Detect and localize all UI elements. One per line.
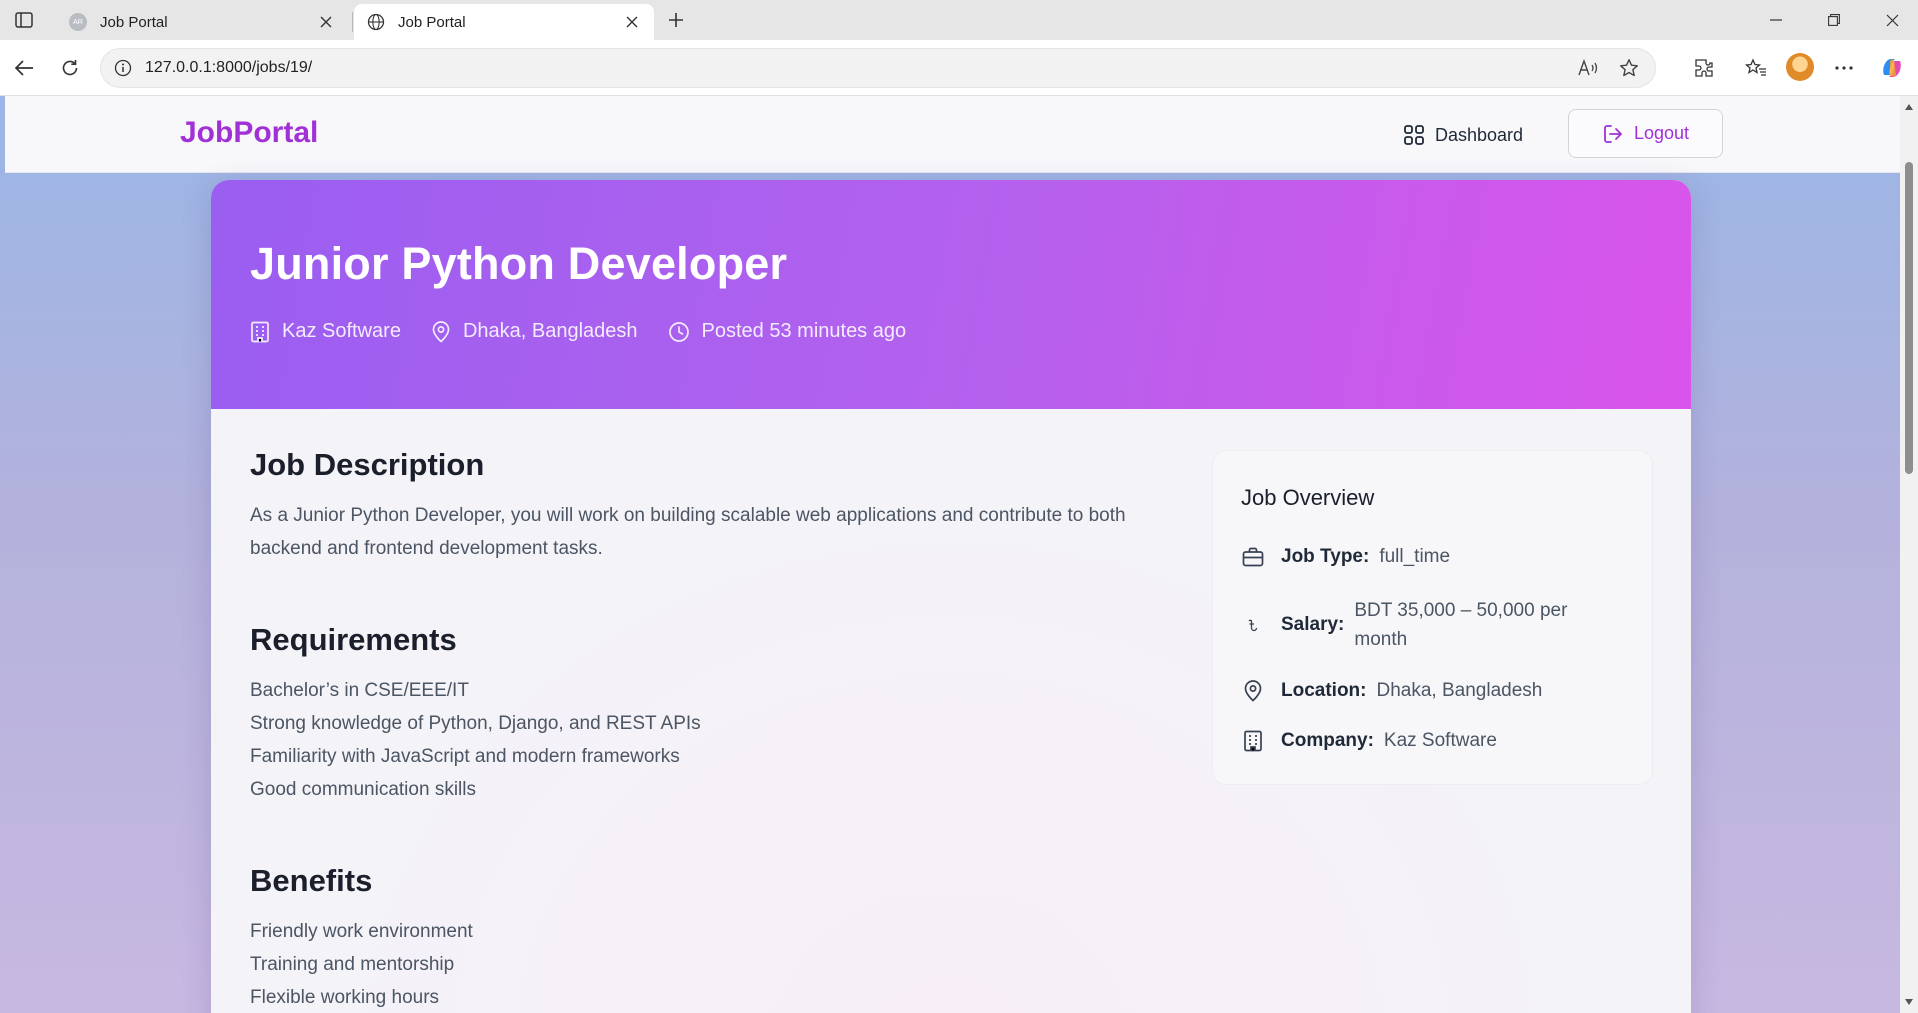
logout-label: Logout (1633, 123, 1690, 143)
address-bar[interactable]: 127.0.0.1:8000/jobs/19/ (100, 48, 1656, 88)
meta-company-text: Kaz Software (282, 320, 401, 342)
profile-avatar[interactable] (1786, 53, 1814, 81)
tab-job-portal-1[interactable]: AR Job Portal (56, 4, 348, 40)
list-item: Familiarity with JavaScript and modern f… (250, 746, 680, 767)
dashboard-link[interactable]: Dashboard (1403, 118, 1523, 152)
location-pin-icon (1241, 679, 1265, 703)
company-label: Company: (1281, 730, 1374, 751)
job-body: Job Description As a Junior Python Devel… (211, 409, 1691, 1013)
back-arrow-icon[interactable] (10, 54, 38, 82)
job-title: Junior Python Developer (250, 238, 788, 289)
meta-location: Dhaka, Bangladesh (431, 320, 638, 343)
requirements-heading: Requirements (250, 622, 457, 657)
overview-title: Job Overview (1241, 485, 1375, 510)
tab-separator (352, 12, 353, 32)
description-text: As a Junior Python Developer, you will w… (250, 505, 1126, 559)
page-viewport: JobPortal Dashboard Logout Junior Python… (0, 96, 1900, 1013)
close-icon[interactable] (316, 12, 336, 32)
meta-company: Kaz Software (250, 320, 401, 343)
tab-title: Job Portal (398, 13, 466, 31)
close-icon[interactable] (622, 12, 642, 32)
tab-title: Job Portal (100, 13, 168, 31)
reload-icon[interactable] (56, 54, 84, 82)
list-item: Flexible working hours (250, 987, 440, 1008)
overview-salary: Salary: BDT 35,000 – 50,000 per month (1241, 596, 1586, 654)
dashboard-label: Dashboard (1435, 124, 1524, 145)
read-aloud-icon[interactable] (1575, 54, 1603, 82)
page-scrollbar[interactable] (1900, 96, 1918, 1013)
location-label: Location: (1281, 680, 1367, 701)
benefits-list: Friendly work environment Training and m… (250, 915, 473, 1013)
scroll-up-arrow-icon[interactable] (1904, 102, 1914, 112)
scrollbar-thumb[interactable] (1905, 162, 1913, 474)
company-value: Kaz Software (1383, 730, 1497, 751)
description-heading: Job Description (250, 447, 485, 482)
window-close-icon[interactable] (1872, 6, 1912, 34)
list-item: Strong knowledge of Python, Django, and … (250, 713, 701, 734)
extensions-icon[interactable] (1690, 54, 1718, 82)
logout-button[interactable]: Logout (1568, 109, 1723, 158)
overview-company: Company: Kaz Software (1241, 729, 1497, 753)
benefits-heading: Benefits (250, 863, 373, 898)
location-value: Dhaka, Bangladesh (1376, 680, 1543, 701)
job-detail-card: Junior Python Developer Kaz Software Dha… (211, 180, 1691, 1013)
list-item: Training and mentorship (250, 954, 455, 975)
meta-posted-text: Posted 53 minutes ago (701, 320, 907, 342)
copilot-icon[interactable] (1878, 54, 1906, 82)
restore-icon[interactable] (1814, 6, 1854, 34)
salary-label: Salary: (1281, 614, 1345, 635)
job-type-label: Job Type: (1281, 546, 1370, 567)
site-navbar: JobPortal Dashboard Logout (5, 96, 1900, 173)
tab-job-portal-2[interactable]: Job Portal (354, 4, 654, 40)
list-item: Bachelor’s in CSE/EEE/IT (250, 680, 469, 701)
taka-icon (1241, 613, 1265, 637)
browser-tab-strip: AR Job Portal Job Portal (0, 0, 1918, 40)
building-icon (251, 321, 269, 342)
salary-value: BDT 35,000 – 50,000 per month (1354, 600, 1568, 650)
job-type-value: full_time (1379, 546, 1451, 567)
meta-location-text: Dhaka, Bangladesh (462, 320, 638, 342)
list-item: Good communication skills (250, 779, 476, 800)
browser-toolbar: 127.0.0.1:8000/jobs/19/ (0, 40, 1918, 96)
building-icon (1241, 729, 1265, 753)
favorite-star-icon[interactable] (1615, 54, 1643, 82)
site-info-icon[interactable] (113, 58, 133, 78)
job-overview-panel: Job Overview Job Type: full_time Salary:… (1212, 450, 1653, 785)
brand-logo[interactable]: JobPortal (180, 116, 318, 150)
briefcase-icon (1241, 545, 1265, 569)
tab-favicon-icon: AR (68, 12, 88, 32)
more-options-icon[interactable] (1830, 54, 1858, 82)
overview-location: Location: Dhaka, Bangladesh (1241, 679, 1542, 703)
job-meta: Kaz Software Dhaka, Bangladesh Posted 53… (250, 320, 936, 343)
sidebar-toggle-icon[interactable] (12, 8, 36, 32)
minimize-icon[interactable] (1756, 6, 1796, 34)
requirements-list: Bachelor’s in CSE/EEE/IT Strong knowledg… (250, 674, 701, 806)
url-text[interactable]: 127.0.0.1:8000/jobs/19/ (145, 59, 1575, 77)
globe-icon (366, 12, 386, 32)
dashboard-grid-icon (1404, 125, 1424, 145)
new-tab-icon[interactable] (664, 8, 688, 32)
clock-icon (668, 321, 689, 342)
scroll-down-arrow-icon[interactable] (1904, 997, 1914, 1007)
list-item: Friendly work environment (250, 921, 473, 942)
favorites-icon[interactable] (1742, 54, 1770, 82)
logout-icon (1604, 124, 1622, 143)
location-pin-icon (432, 320, 450, 343)
job-hero-banner: Junior Python Developer Kaz Software Dha… (211, 180, 1691, 409)
meta-posted: Posted 53 minutes ago (668, 320, 907, 343)
overview-job-type: Job Type: full_time (1241, 545, 1450, 569)
